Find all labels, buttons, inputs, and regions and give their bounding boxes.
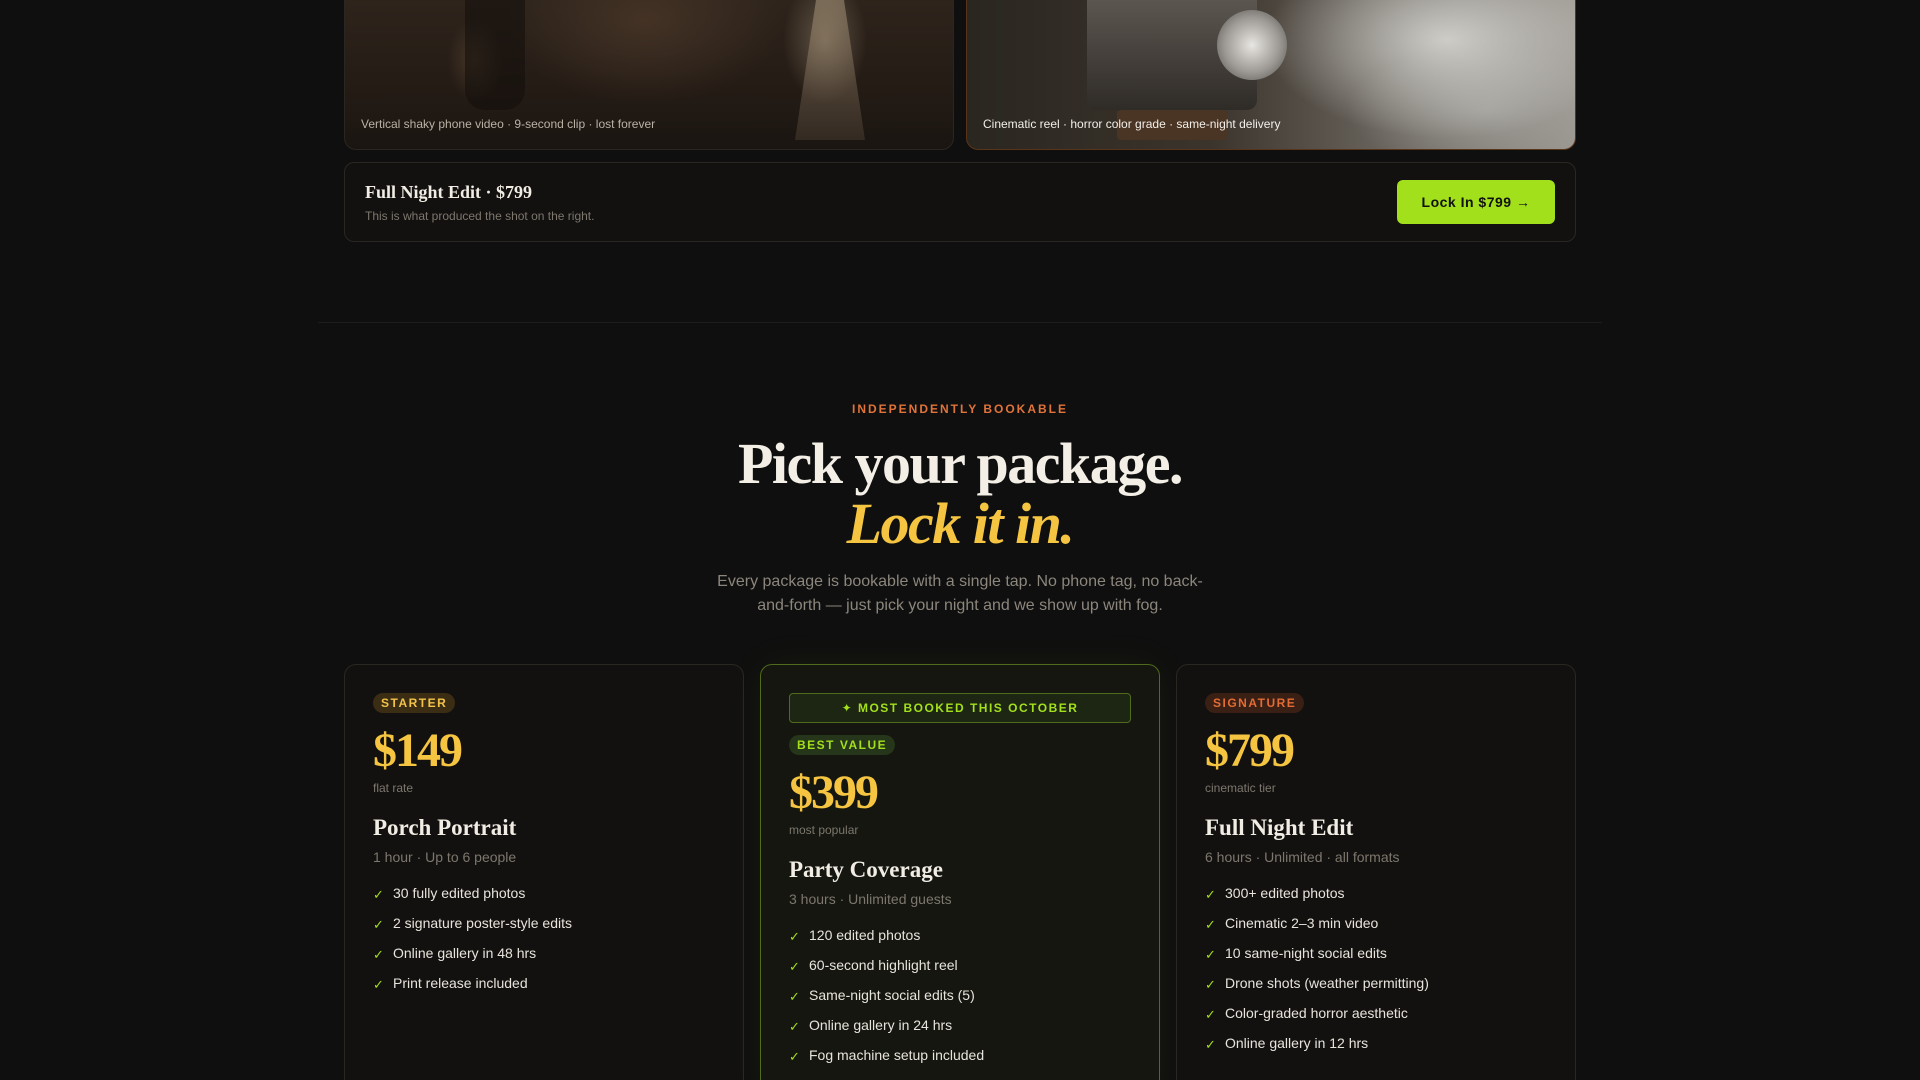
check-icon: ✓ [789, 989, 800, 1004]
feature-list: ✓ 120 edited photos ✓ 60-second highlight … [789, 927, 1131, 1077]
eyebrow-label: INDEPENDENTLY BOOKABLE [851, 402, 1069, 416]
phone-video-caption: Vertical shaky phone video · 9-second cl… [361, 117, 656, 131]
feature-item: ✓ 300+ edited photos [1205, 885, 1547, 915]
feature-item: ✓ 30 fully edited photos [373, 885, 715, 915]
price-note: cinematic tier [1205, 781, 1276, 795]
check-icon: ✓ [789, 1019, 800, 1034]
cta-bar: Full Night Edit · $799 This is what prod… [344, 162, 1576, 242]
feature-text: 60-second highlight reel [809, 957, 958, 973]
check-icon: ✓ [789, 929, 800, 944]
package-name: Party Coverage [789, 857, 943, 882]
price-note: most popular [789, 823, 859, 837]
check-icon: ✓ [1205, 1007, 1216, 1022]
package-card-signature[interactable]: SIGNATURE $799 cinematic tier Full Night… [1176, 664, 1576, 1080]
section-divider [318, 322, 1602, 323]
cta-text: Full Night Edit · $799 This is what prod… [365, 182, 594, 223]
check-icon: ✓ [1205, 947, 1216, 962]
package-price: $149 [373, 724, 463, 777]
package-name: Full Night Edit [1205, 815, 1354, 840]
package-badge: BEST VALUE [789, 735, 896, 755]
feature-text: Fog machine setup included [809, 1047, 985, 1063]
check-icon: ✓ [1205, 1037, 1216, 1052]
feature-item: ✓ Color-graded horror aesthetic [1205, 1005, 1547, 1035]
feature-item: ✓ 120 edited photos [789, 927, 1131, 957]
pricing-cards: STARTER $149 flat rate Porch Portrait 1 … [344, 664, 1576, 1080]
feature-text: Same-night social edits (5) [809, 987, 975, 1003]
package-meta: 6 hours · Unlimited · all formats [1205, 849, 1400, 865]
feature-text: Print release included [393, 975, 528, 991]
check-icon: ✓ [1205, 887, 1216, 902]
projector-illustration [1087, 0, 1287, 140]
feature-item: ✓ Online gallery in 48 hrs [373, 945, 715, 975]
feature-text: Cinematic 2–3 min video [1225, 915, 1379, 931]
package-badge: STARTER [373, 693, 456, 713]
feature-text: 300+ edited photos [1225, 885, 1345, 901]
feature-item: ✓ Fog machine setup included [789, 1047, 1131, 1077]
projector-lens [1217, 10, 1287, 80]
check-icon: ✓ [373, 887, 384, 902]
package-meta: 1 hour · Up to 6 people [373, 849, 517, 865]
package-card-party[interactable]: ✦ MOST BOOKED THIS OCTOBER BEST VALUE $3… [760, 664, 1160, 1080]
feature-item: ✓ Online gallery in 24 hrs [789, 1017, 1131, 1047]
feature-item: ✓ Cinematic 2–3 min video [1205, 915, 1547, 945]
check-icon: ✓ [373, 947, 384, 962]
package-meta: 3 hours · Unlimited guests [789, 891, 952, 907]
feature-text: 10 same-night social edits [1225, 945, 1387, 961]
cta-title: Full Night Edit · $799 [365, 181, 533, 202]
package-name: Porch Portrait [373, 815, 517, 840]
section-description: Every package is bookable with a single … [717, 573, 1203, 614]
comparison-section: Vertical shaky phone video · 9-second cl… [344, 0, 1576, 242]
feature-item: ✓ Drone shots (weather permitting) [1205, 975, 1547, 1005]
feature-item: ✓ 2 signature poster-style edits [373, 915, 715, 945]
package-badge: SIGNATURE [1205, 693, 1305, 713]
feature-item: ✓ Same-night social edits (5) [789, 987, 1131, 1017]
package-price: $399 [789, 766, 879, 819]
check-icon: ✓ [1205, 917, 1216, 932]
feature-item: ✓ Print release included [373, 975, 715, 1005]
most-booked-banner: ✦ MOST BOOKED THIS OCTOBER [789, 693, 1131, 723]
package-price: $799 [1205, 724, 1295, 777]
feature-item: ✓ 10 same-night social edits [1205, 945, 1547, 975]
comparison-images: Vertical shaky phone video · 9-second cl… [344, 0, 1576, 150]
feature-text: 2 signature poster-style edits [393, 915, 572, 931]
feature-list: ✓ 300+ edited photos ✓ Cinematic 2–3 min v… [1205, 885, 1547, 1065]
feature-item: ✓ 60-second highlight reel [789, 957, 1131, 987]
feature-text: Online gallery in 12 hrs [1225, 1035, 1369, 1051]
check-icon: ✓ [789, 1049, 800, 1064]
check-icon: ✓ [789, 959, 800, 974]
cinematic-reel-caption: Cinematic reel · horror color grade · sa… [983, 117, 1281, 131]
packages-header: INDEPENDENTLY BOOKABLE Pick your package… [0, 402, 1920, 618]
phone-video-image: Vertical shaky phone video · 9-second cl… [344, 0, 954, 150]
feature-text: Online gallery in 48 hrs [393, 945, 537, 961]
feature-text: 30 fully edited photos [393, 885, 526, 901]
check-icon: ✓ [373, 917, 384, 932]
page-title: Pick your package. [738, 431, 1184, 496]
feature-list: ✓ 30 fully edited photos ✓ 2 signature pos… [373, 885, 715, 1005]
check-icon: ✓ [1205, 977, 1216, 992]
feature-item: ✓ Online gallery in 12 hrs [1205, 1035, 1547, 1065]
feature-text: Online gallery in 24 hrs [809, 1017, 953, 1033]
lock-in-button[interactable]: Lock In $799 → [1397, 180, 1555, 224]
cta-subtitle: This is what produced the shot on the ri… [365, 208, 595, 223]
feature-text: Color-graded horror aesthetic [1225, 1005, 1408, 1021]
check-icon: ✓ [373, 977, 384, 992]
feature-text: Drone shots (weather permitting) [1225, 975, 1429, 991]
page-title-accent: Lock it in. [846, 491, 1075, 556]
feature-text: 120 edited photos [809, 927, 921, 943]
package-card-starter[interactable]: STARTER $149 flat rate Porch Portrait 1 … [344, 664, 744, 1080]
cinematic-reel-image: Cinematic reel · horror color grade · sa… [966, 0, 1576, 150]
price-note: flat rate [373, 781, 414, 795]
